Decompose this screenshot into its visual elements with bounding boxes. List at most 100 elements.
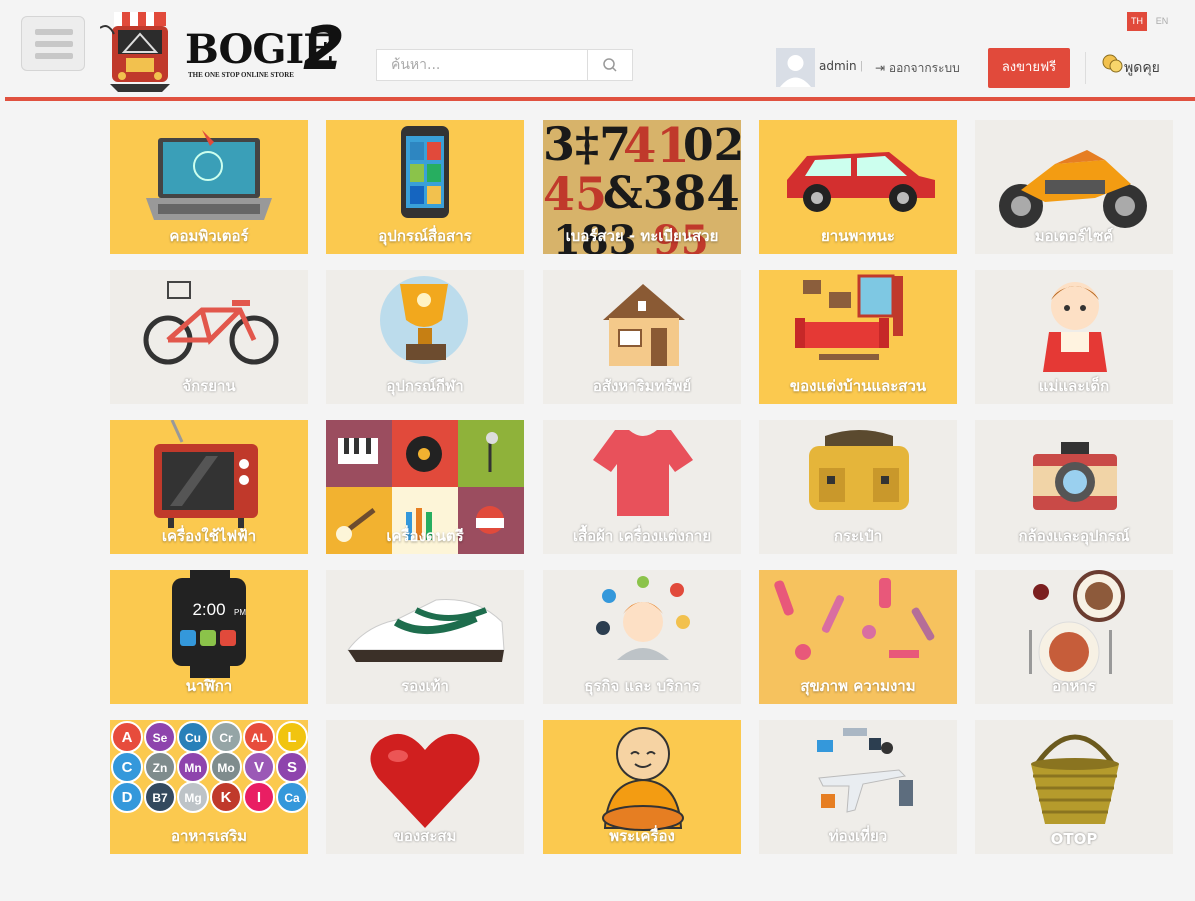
user-name-link[interactable]: admin <box>819 59 857 73</box>
train-logo-icon <box>99 12 170 92</box>
category-lucky-numbers[interactable]: 3‡7 41 02 45 &3 84 183 95 เบอร์สวย - ทะเ… <box>543 120 741 254</box>
category-label: อุปกรณ์กีฬา <box>386 377 464 395</box>
chat-label: พูดคุย <box>1124 60 1160 76</box>
category-vehicle[interactable]: ยานพาหนะ <box>759 120 957 254</box>
svg-text:&3: &3 <box>603 168 673 219</box>
category-otop[interactable]: OTOP <box>975 720 1173 854</box>
category-label: กระเป๋า <box>833 527 883 545</box>
element-symbol: Mg <box>184 791 201 805</box>
search-input[interactable] <box>377 50 587 80</box>
category-music[interactable]: เครื่องดนตรี <box>326 420 524 554</box>
element-symbol: L <box>287 729 296 746</box>
divider <box>1085 52 1086 84</box>
category-camera[interactable]: กล้องและอุปกรณ์ <box>975 420 1173 554</box>
category-label: พระเครื่อง <box>609 827 675 845</box>
category-label: จักรยาน <box>182 377 236 395</box>
lang-th-button[interactable]: TH <box>1127 12 1147 31</box>
category-electronics[interactable]: เครื่องใช้ไฟฟ้า <box>110 420 308 554</box>
watch-time: 2:00 <box>192 600 225 619</box>
menu-bar-icon <box>35 53 73 59</box>
category-label: คอมพิวเตอร์ <box>169 227 249 245</box>
svg-text:45: 45 <box>543 167 607 221</box>
element-symbol: I <box>257 789 261 806</box>
logo-number: 2 <box>303 14 345 84</box>
hamburger-menu-button[interactable] <box>21 16 85 71</box>
category-label: สุขภาพ ความงาม <box>800 677 916 695</box>
category-business[interactable]: ธุรกิจ และ บริการ <box>543 570 741 704</box>
category-label: มอเตอร์ไซค์ <box>1034 227 1114 245</box>
category-travel[interactable]: ท่องเที่ยว <box>759 720 957 854</box>
category-label: เครื่องดนตรี <box>386 527 464 545</box>
element-symbol: V <box>254 759 264 776</box>
category-real-estate[interactable]: อสังหาริมทรัพย์ <box>543 270 741 404</box>
category-label: อุปกรณ์สื่อสาร <box>378 227 472 245</box>
logout-label: ออกจากระบบ <box>888 61 960 75</box>
element-symbol: Cr <box>219 731 233 745</box>
chat-link[interactable]: พูดคุย <box>1102 54 1182 80</box>
chat-icon <box>1102 54 1123 73</box>
category-amulets[interactable]: พระเครื่อง <box>543 720 741 854</box>
category-label: แม่และเด็ก <box>1038 377 1110 395</box>
header-divider <box>5 97 1195 101</box>
category-label: ท่องเที่ยว <box>828 827 888 845</box>
category-label: อาหาร <box>1052 677 1096 695</box>
sell-free-button[interactable]: ลงขายฟรี <box>988 48 1070 88</box>
category-mother-baby[interactable]: แม่และเด็ก <box>975 270 1173 404</box>
element-symbol: Cu <box>185 731 201 745</box>
category-bags[interactable]: กระเป๋า <box>759 420 957 554</box>
menu-bar-icon <box>35 29 73 35</box>
category-label: ธุรกิจ และ บริการ <box>584 677 700 695</box>
category-health-beauty[interactable]: สุขภาพ ความงาม <box>759 570 957 704</box>
user-avatar-icon <box>776 48 815 87</box>
element-symbol: Ca <box>284 791 300 805</box>
element-symbol: S <box>287 759 297 776</box>
category-label: อาหารเสริม <box>170 827 248 845</box>
search-icon <box>603 58 617 72</box>
watch-ampm: PM <box>234 608 246 617</box>
logo[interactable]: BOGIE 2 THE ONE STOP ONLINE STORE <box>99 8 360 94</box>
element-symbol: B7 <box>152 791 168 805</box>
search-button[interactable] <box>587 50 632 80</box>
element-symbol: Zn <box>153 761 168 775</box>
category-label: นาฬิกา <box>185 677 233 695</box>
menu-bar-icon <box>35 41 73 47</box>
lang-en-button[interactable]: EN <box>1152 12 1172 31</box>
separator: | <box>860 60 863 72</box>
element-symbol: Mn <box>184 761 201 775</box>
category-clothing[interactable]: เสื้อผ้า เครื่องแต่งกาย <box>543 420 741 554</box>
logo-tagline: THE ONE STOP ONLINE STORE <box>188 71 294 79</box>
category-sports[interactable]: อุปกรณ์กีฬา <box>326 270 524 404</box>
category-label: OTOP <box>1050 830 1098 848</box>
element-symbol: Se <box>153 731 168 745</box>
category-communication[interactable]: อุปกรณ์สื่อสาร <box>326 120 524 254</box>
category-bicycle[interactable]: จักรยาน <box>110 270 308 404</box>
category-label: ของแต่งบ้านและสวน <box>789 377 927 395</box>
element-symbol: C <box>122 759 133 776</box>
avatar[interactable] <box>776 48 815 87</box>
category-watches[interactable]: 2:00 PM นาฬิกา <box>110 570 308 704</box>
category-supplements[interactable]: A Se Cu Cr AL L C Zn Mn Mo V S D B7 Mg K I Ca อาหารเสริม <box>110 720 308 854</box>
element-symbol: AL <box>251 731 267 745</box>
logout-icon: ⇥ <box>875 61 889 75</box>
category-label: ของสะสม <box>393 827 457 845</box>
element-symbol: D <box>122 789 133 806</box>
search-box <box>376 49 633 81</box>
svg-text:84: 84 <box>673 166 740 222</box>
category-label: อสังหาริมทรัพย์ <box>592 377 692 395</box>
logout-link[interactable]: ⇥ ออกจากระบบ <box>875 59 960 78</box>
svg-text:02: 02 <box>683 120 741 171</box>
category-motorcycle[interactable]: มอเตอร์ไซค์ <box>975 120 1173 254</box>
category-home-garden[interactable]: ของแต่งบ้านและสวน <box>759 270 957 404</box>
element-symbol: K <box>221 789 232 806</box>
category-food[interactable]: อาหาร <box>975 570 1173 704</box>
site-header: BOGIE 2 THE ONE STOP ONLINE STORE admin … <box>0 0 1195 98</box>
category-label: ยานพาหนะ <box>821 227 895 245</box>
category-shoes[interactable]: รองเท้า <box>326 570 524 704</box>
category-label: รองเท้า <box>401 677 449 695</box>
category-computer[interactable]: คอมพิวเตอร์ <box>110 120 308 254</box>
category-label: เบอร์สวย - ทะเบียนสวย <box>565 227 719 245</box>
category-label: เสื้อผ้า เครื่องแต่งกาย <box>572 527 712 545</box>
svg-text:3‡7: 3‡7 <box>543 120 631 171</box>
category-collectibles[interactable]: ของสะสม <box>326 720 524 854</box>
element-symbol: A <box>122 729 133 746</box>
